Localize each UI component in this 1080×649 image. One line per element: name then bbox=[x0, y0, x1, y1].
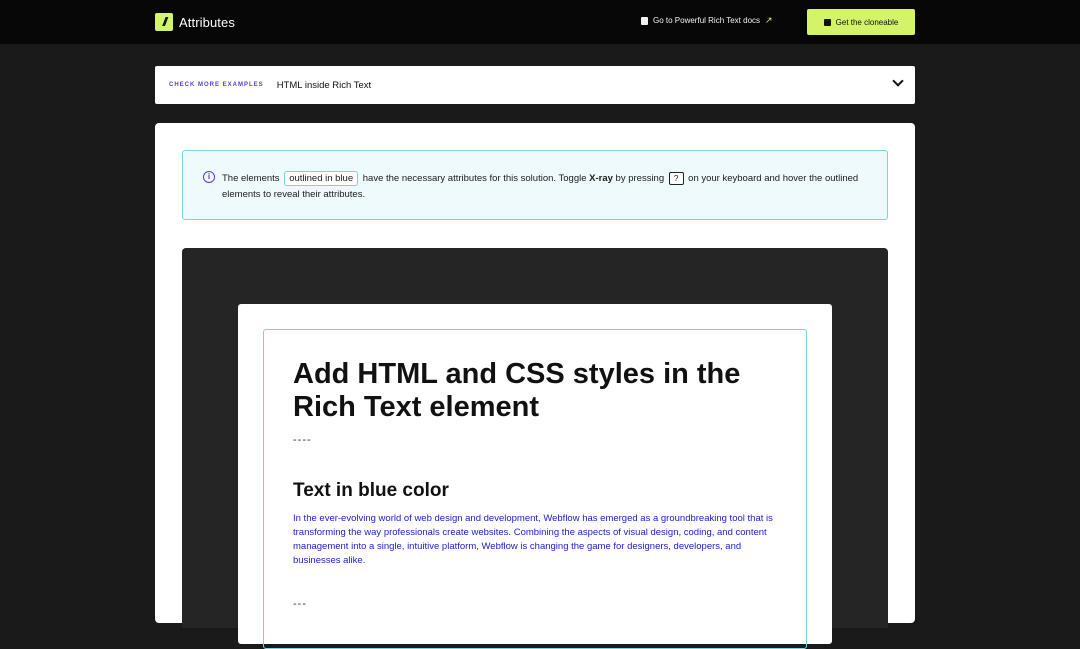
docs-link[interactable]: Go to Powerful Rich Text docs ↗ bbox=[641, 15, 773, 26]
example-panel: i The elements outlined in blue have the… bbox=[155, 123, 915, 649]
notice-text-2: have the necessary attributes for this s… bbox=[362, 173, 587, 184]
outlined-chip: outlined in blue bbox=[284, 171, 359, 186]
rich-heading: Add HTML and CSS styles in the Rich Text… bbox=[293, 358, 741, 423]
rich-subheading: Text in blue color bbox=[293, 480, 449, 501]
get-cloneable-label: Get the cloneable bbox=[835, 17, 899, 27]
separator: --- bbox=[293, 598, 307, 610]
docs-link-label: Go to Powerful Rich Text docs bbox=[653, 16, 761, 25]
external-arrow-icon: ↗ bbox=[765, 15, 773, 25]
chevron-down-icon bbox=[892, 75, 904, 87]
brand-name: Attributes bbox=[179, 14, 235, 30]
question-key: ? bbox=[668, 172, 684, 185]
examples-selected-value: HTML inside Rich Text bbox=[276, 79, 372, 91]
brand-logo-link[interactable]: // Attributes bbox=[155, 13, 235, 31]
rich-text-element[interactable]: Add HTML and CSS styles in the Rich Text… bbox=[263, 329, 807, 649]
separator: ---- bbox=[293, 434, 312, 446]
info-icon: i bbox=[203, 171, 215, 183]
examples-eyebrow: CHECK MORE EXAMPLES bbox=[169, 82, 264, 88]
xray-notice: i The elements outlined in blue have the… bbox=[182, 150, 888, 220]
notice-text-1: The elements bbox=[222, 173, 280, 184]
xray-label: X-ray bbox=[589, 173, 613, 184]
notice-text-3: by pressing bbox=[615, 173, 665, 184]
preview-area: Add HTML and CSS styles in the Rich Text… bbox=[182, 248, 888, 649]
attributes-logo-icon: // bbox=[155, 13, 173, 31]
top-navbar: // Attributes Go to Powerful Rich Text d… bbox=[0, 0, 1080, 44]
examples-dropdown[interactable]: CHECK MORE EXAMPLES HTML inside Rich Tex… bbox=[155, 66, 915, 104]
blue-paragraph: In the ever-evolving world of web design… bbox=[293, 513, 773, 566]
preview-card: Add HTML and CSS styles in the Rich Text… bbox=[238, 304, 832, 649]
get-cloneable-button[interactable]: Get the cloneable bbox=[807, 9, 915, 35]
clone-icon bbox=[823, 18, 831, 26]
document-icon bbox=[641, 16, 648, 25]
